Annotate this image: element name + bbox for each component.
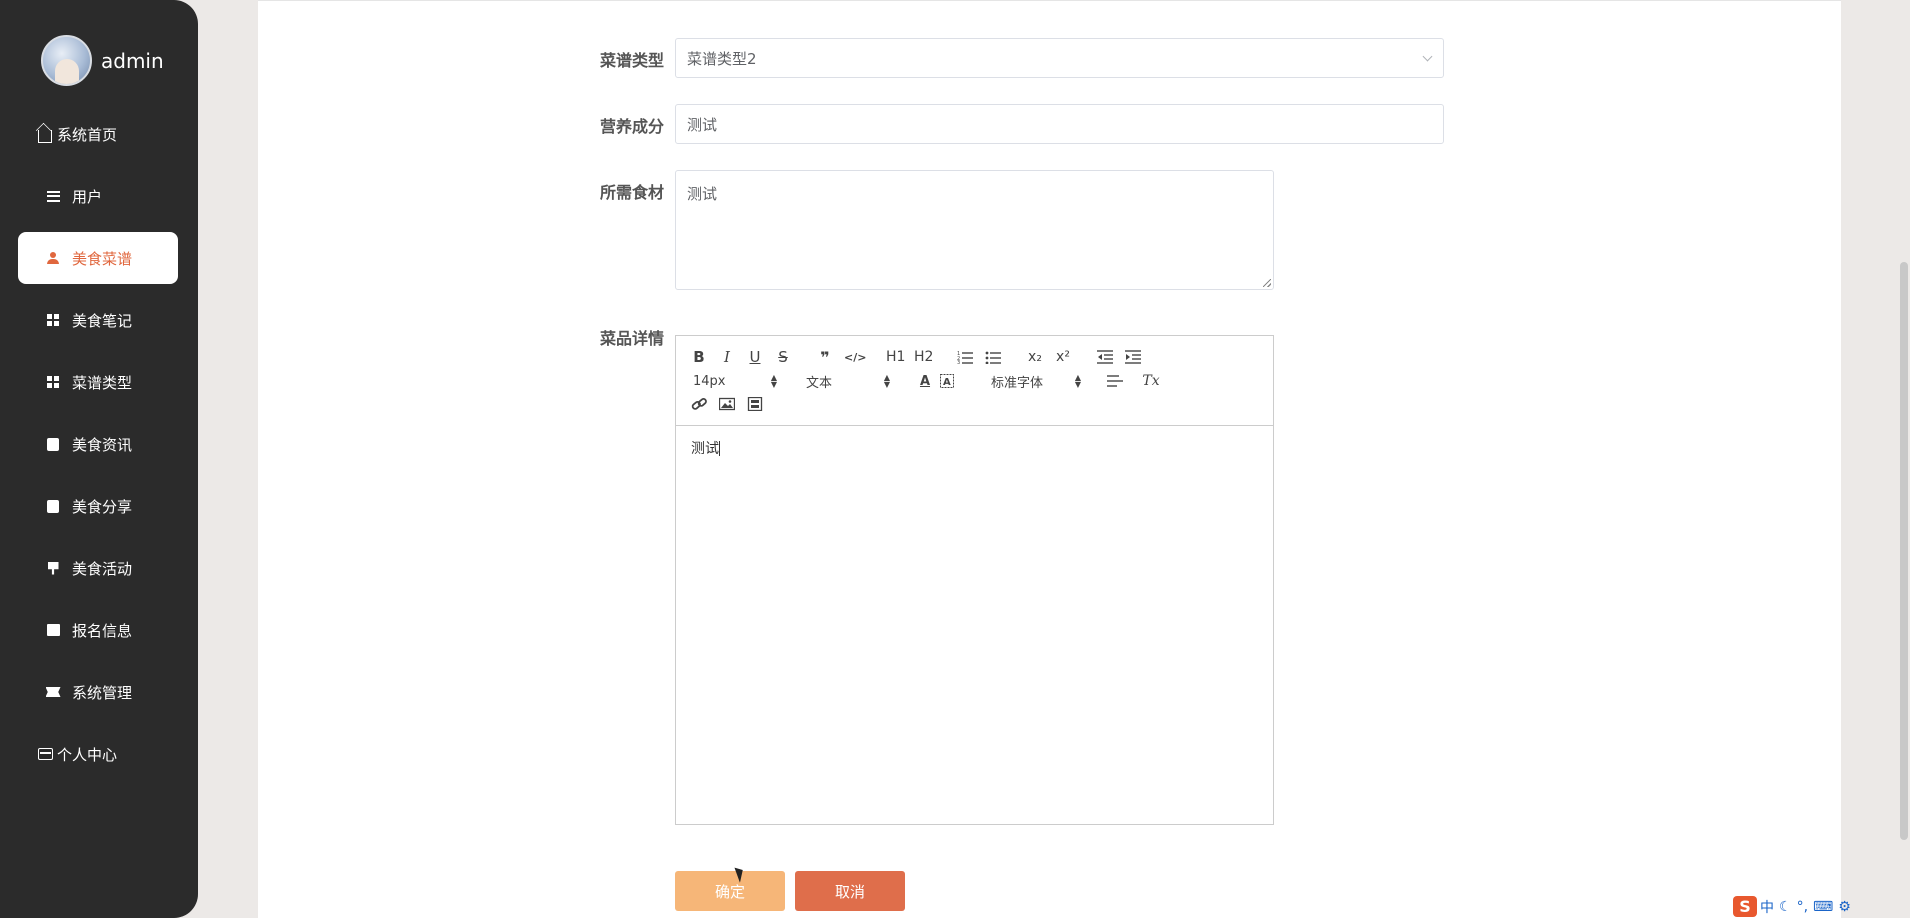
sidebar-item-label: 系统管理 (72, 683, 133, 702)
code-block-button[interactable]: </> (844, 347, 866, 367)
select-arrows-icon: ▲ ▼ (770, 373, 777, 389)
ingredients-value: 测试 (687, 185, 718, 203)
sidebar-item-label: 美食分享 (72, 497, 133, 516)
font-color-button[interactable]: A (916, 371, 934, 391)
font-size-select[interactable]: 14px ▲ ▼ (693, 371, 777, 391)
sidebar-item-recipe-types[interactable]: 菜谱类型 (18, 356, 178, 408)
text-caret (719, 441, 720, 456)
sidebar-item-label: 系统首页 (57, 125, 118, 144)
sidebar-item-profile[interactable]: 个人中心 (18, 728, 178, 780)
subscript-button[interactable]: x₂ (1026, 347, 1044, 367)
sidebar: admin 系统首页 用户 美食菜谱 美食笔记 菜谱类型 美食资讯 美食分享 美… (0, 0, 198, 918)
font-family-select[interactable]: 标准字体 ▲ ▼ (991, 371, 1081, 391)
editor-content[interactable]: 测试 (676, 426, 1273, 470)
select-arrows-icon: ▲ ▼ (1074, 373, 1081, 389)
moon-icon[interactable]: ☾ (1779, 899, 1792, 915)
superscript-button[interactable]: x² (1054, 347, 1072, 367)
bold-button[interactable]: B (690, 347, 708, 367)
chevron-down-icon (1422, 51, 1433, 62)
background-color-icon[interactable]: A (938, 371, 956, 391)
ime-mode-indicator[interactable]: 中 (1760, 897, 1774, 917)
sidebar-item-label: 美食笔记 (72, 311, 133, 330)
blockquote-button[interactable]: ❞ (816, 347, 834, 367)
sogou-ime-icon[interactable]: S (1733, 896, 1757, 917)
sidebar-item-label: 菜谱类型 (72, 373, 133, 392)
strike-button[interactable]: S (774, 347, 792, 367)
grid-icon (44, 373, 62, 391)
recipe-type-value: 菜谱类型2 (687, 49, 757, 68)
sidebar-item-share[interactable]: 美食分享 (18, 480, 178, 532)
h2-button[interactable]: H2 (914, 347, 933, 367)
clipboard-check-icon (44, 435, 62, 453)
list-icon (44, 187, 62, 205)
sidebar-item-label: 用户 (72, 187, 103, 206)
header-value: 文本 (806, 375, 833, 391)
italic-button[interactable]: I (718, 347, 736, 367)
confirm-button[interactable]: 确定 (675, 871, 785, 911)
underline-button[interactable]: U (746, 347, 764, 367)
select-arrows-icon: ▲ ▼ (883, 373, 890, 389)
ordered-list-icon[interactable]: 123 (956, 347, 974, 367)
ticket-icon (44, 683, 62, 701)
sidebar-item-activities[interactable]: 美食活动 (18, 542, 178, 594)
image-icon[interactable] (718, 394, 736, 414)
user-name: admin (101, 48, 164, 73)
recipe-type-label: 菜谱类型 (600, 51, 665, 70)
svg-text:3: 3 (957, 360, 960, 364)
sidebar-nav: 系统首页 用户 美食菜谱 美食笔记 菜谱类型 美食资讯 美食分享 美食活动 报名… (18, 108, 178, 790)
home-icon (36, 125, 54, 143)
sidebar-item-label: 个人中心 (57, 745, 118, 764)
avatar (41, 35, 92, 86)
person-icon (44, 249, 62, 267)
card-icon (36, 745, 54, 763)
sidebar-item-news[interactable]: 美食资讯 (18, 418, 178, 470)
h1-button[interactable]: H1 (886, 347, 905, 367)
nutrition-label: 营养成分 (600, 117, 665, 136)
outdent-icon[interactable] (1096, 347, 1114, 367)
sidebar-item-notes[interactable]: 美食笔记 (18, 294, 178, 346)
align-icon[interactable] (1106, 371, 1124, 391)
font-size-value: 14px (693, 373, 726, 389)
editor-text: 测试 (691, 441, 719, 457)
cancel-button[interactable]: 取消 (795, 871, 905, 911)
sidebar-item-signups[interactable]: 报名信息 (18, 604, 178, 656)
sidebar-item-home[interactable]: 系统首页 (18, 108, 178, 160)
scrollbar[interactable] (1900, 262, 1908, 840)
ingredients-textarea[interactable]: 测试 (675, 170, 1274, 290)
font-family-value: 标准字体 (991, 375, 1044, 391)
sidebar-item-label: 美食资讯 (72, 435, 133, 454)
sidebar-item-system[interactable]: 系统管理 (18, 666, 178, 718)
grid-icon (44, 311, 62, 329)
video-icon[interactable] (746, 394, 764, 414)
nutrition-value: 测试 (687, 115, 718, 134)
sidebar-item-label: 报名信息 (72, 621, 133, 640)
sidebar-item-recipes[interactable]: 美食菜谱 (18, 232, 178, 284)
details-label: 菜品详情 (600, 329, 665, 348)
indent-icon[interactable] (1124, 347, 1142, 367)
resize-handle-icon[interactable] (1263, 279, 1271, 287)
nutrition-input[interactable]: 测试 (675, 104, 1444, 144)
svg-text:A: A (943, 377, 951, 388)
keyboard-icon[interactable]: ⌨ (1813, 899, 1833, 915)
rich-text-editor: B I U S ❞ </> H1 H2 123 x₂ x² 14px ▲ ▼ 文本… (675, 335, 1274, 825)
link-icon[interactable] (690, 394, 708, 414)
ingredients-label: 所需食材 (600, 183, 665, 202)
editor-toolbar: B I U S ❞ </> H1 H2 123 x₂ x² 14px ▲ ▼ 文本… (676, 336, 1273, 426)
chart-icon (44, 621, 62, 639)
bullet-list-icon[interactable] (984, 347, 1002, 367)
punctuation-icon[interactable]: °, (1797, 899, 1808, 915)
recipe-type-select[interactable]: 菜谱类型2 (675, 38, 1444, 78)
sidebar-item-label: 美食菜谱 (72, 249, 133, 268)
clipboard-icon (44, 497, 62, 515)
user-profile: admin (41, 35, 164, 86)
clear-format-button[interactable]: Tx (1142, 371, 1160, 391)
system-tray: S 中 ☾ °, ⌨ ⚙ (1733, 895, 1910, 918)
sidebar-item-users[interactable]: 用户 (18, 170, 178, 222)
flag-icon (44, 559, 62, 577)
tray-settings-icon[interactable]: ⚙ (1838, 899, 1851, 915)
header-select[interactable]: 文本 ▲ ▼ (806, 371, 890, 391)
sidebar-item-label: 美食活动 (72, 559, 133, 578)
